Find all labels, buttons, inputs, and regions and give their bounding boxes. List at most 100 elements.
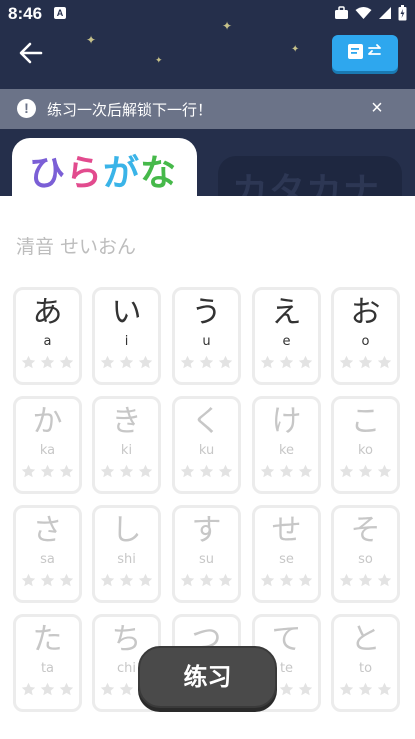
star-rating — [16, 681, 79, 700]
star-icon — [58, 354, 75, 373]
tab-katakana-label: カタカナ — [232, 171, 381, 196]
tab-katakana[interactable]: カタカナ — [218, 156, 402, 196]
briefcase-icon — [335, 6, 348, 19]
kana-char: こ — [350, 404, 381, 439]
star-icon — [278, 681, 295, 700]
switch-mode-button[interactable] — [332, 35, 398, 71]
kana-romaji: ke — [278, 443, 295, 458]
kana-card[interactable]: こ ko — [331, 396, 400, 494]
star-icon — [137, 572, 154, 591]
kana-romaji: su — [198, 552, 214, 567]
star-rating — [255, 572, 318, 591]
kana-card[interactable]: と to — [331, 614, 400, 712]
kana-card[interactable]: いi — [92, 287, 161, 385]
star-rating — [334, 354, 397, 373]
star-icon — [217, 354, 234, 373]
star-icon — [259, 354, 276, 373]
star-rating — [175, 572, 238, 591]
wifi-icon — [355, 7, 372, 19]
star-rating — [95, 354, 158, 373]
kana-card[interactable]: うu — [172, 287, 241, 385]
kana-char: か — [32, 404, 63, 439]
star-rating — [16, 354, 79, 373]
kana-card[interactable]: あa — [13, 287, 82, 385]
kana-card[interactable]: せ se — [252, 505, 321, 603]
star-rating — [175, 463, 238, 482]
star-icon — [217, 463, 234, 482]
kana-char: く — [191, 404, 222, 439]
kana-char: と — [350, 622, 381, 657]
notification-a-icon: A — [54, 7, 66, 19]
star-icon — [259, 572, 276, 591]
tab-hiragana-char: ら — [66, 153, 104, 194]
kana-char: け — [271, 404, 302, 439]
close-icon[interactable]: × — [366, 96, 388, 120]
kana-char: せ — [271, 513, 302, 548]
kana-romaji: ki — [120, 443, 133, 458]
star-icon — [179, 354, 196, 373]
kana-romaji: ko — [357, 443, 374, 458]
kana-card[interactable]: し shi — [92, 505, 161, 603]
star-icon — [357, 572, 374, 591]
tab-hiragana-char: ひ — [29, 153, 67, 194]
kana-card[interactable]: おo — [331, 287, 400, 385]
star-icon — [39, 354, 56, 373]
kana-card[interactable]: け ke — [252, 396, 321, 494]
star-rating — [16, 572, 79, 591]
star-icon — [20, 354, 37, 373]
star-icon — [118, 354, 135, 373]
kana-card[interactable]: き ki — [92, 396, 161, 494]
kana-char: さ — [32, 513, 63, 548]
star-icon — [357, 681, 374, 700]
kana-char: き — [111, 404, 142, 439]
signal-icon — [379, 7, 391, 19]
decorative-star-icon: ✦ — [86, 33, 97, 47]
kana-card[interactable]: た ta — [13, 614, 82, 712]
star-icon — [259, 463, 276, 482]
kana-card[interactable]: か ka — [13, 396, 82, 494]
tab-hiragana[interactable]: ひらがな — [12, 138, 197, 196]
battery-icon — [398, 5, 407, 21]
decorative-star-icon: ✦ — [222, 19, 233, 33]
star-icon — [357, 463, 374, 482]
status-time: 8:46 — [8, 4, 43, 23]
decorative-star-icon: ✦ — [291, 44, 300, 55]
kana-char: う — [191, 295, 222, 330]
kana-card[interactable]: す su — [172, 505, 241, 603]
tab-hiragana-char: が — [103, 153, 141, 194]
star-icon — [338, 463, 355, 482]
kana-card[interactable]: さ sa — [13, 505, 82, 603]
kana-card[interactable]: そ so — [331, 505, 400, 603]
star-icon — [118, 463, 135, 482]
kana-romaji: e — [282, 334, 291, 349]
star-icon — [179, 463, 196, 482]
star-rating — [175, 354, 238, 373]
card-swap-icon — [348, 44, 381, 59]
practice-button[interactable]: 练习 — [138, 646, 277, 708]
kana-romaji: ka — [39, 443, 56, 458]
star-icon — [297, 463, 314, 482]
star-icon — [376, 681, 393, 700]
kana-card[interactable]: く ku — [172, 396, 241, 494]
star-icon — [58, 572, 75, 591]
back-button[interactable] — [16, 38, 50, 68]
star-rating — [334, 463, 397, 482]
star-rating — [334, 572, 397, 591]
kana-card[interactable]: えe — [252, 287, 321, 385]
kana-romaji: i — [124, 334, 129, 349]
star-rating — [16, 463, 79, 482]
star-icon — [20, 463, 37, 482]
star-icon — [179, 572, 196, 591]
star-icon — [198, 572, 215, 591]
app-header: 8:46 A ✦ ✦ ✦ ✦ ! 练习一次后解锁下一行！ × ひらがな カタカナ — [0, 0, 415, 196]
star-icon — [99, 572, 116, 591]
star-icon — [217, 572, 234, 591]
star-icon — [118, 572, 135, 591]
star-icon — [278, 354, 295, 373]
arrow-left-icon — [19, 42, 43, 64]
section-title: 清音 せいおん — [16, 236, 137, 258]
kana-char: え — [271, 295, 302, 330]
star-icon — [376, 572, 393, 591]
star-icon — [278, 463, 295, 482]
kana-romaji: so — [358, 552, 373, 567]
